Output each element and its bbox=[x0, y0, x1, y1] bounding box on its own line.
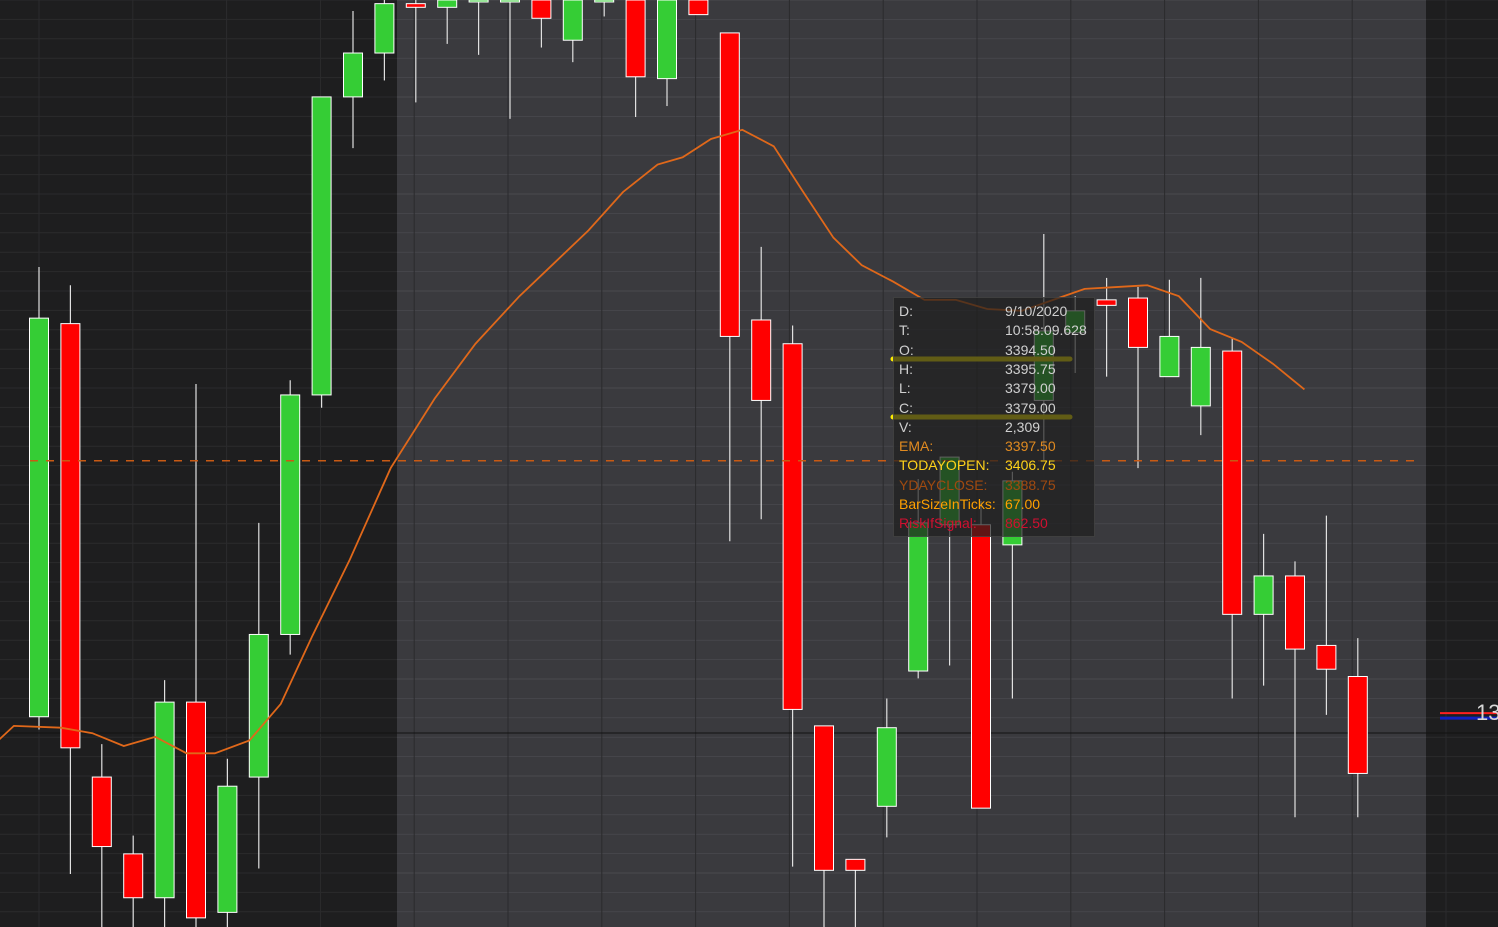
candle-up bbox=[657, 0, 677, 80]
tooltip-row: L: 3379.00 bbox=[894, 379, 1094, 398]
tooltip-value: 3397.50 bbox=[1005, 438, 1056, 455]
tooltip-row: TODAYOPEN: 3406.75 bbox=[894, 456, 1094, 475]
tooltip-value: 9/10/2020 bbox=[1005, 303, 1068, 319]
tooltip-value: 3395.75 bbox=[1005, 360, 1056, 377]
candle-down bbox=[625, 0, 646, 78]
candle-down bbox=[782, 343, 803, 710]
candle-down bbox=[1128, 297, 1148, 348]
candle-down bbox=[1285, 575, 1305, 650]
tooltip-row: O: 3394.50 bbox=[894, 341, 1094, 360]
candle-down bbox=[751, 319, 772, 401]
tooltip-row: RiskIfSignal: 862.50 bbox=[894, 514, 1094, 533]
candle-up bbox=[1159, 335, 1180, 378]
candle-down bbox=[1347, 676, 1368, 774]
candle-down bbox=[60, 323, 81, 749]
tooltip-value: 3379.00 bbox=[1005, 380, 1056, 397]
tooltip-row: V: 2,309 bbox=[894, 418, 1094, 437]
tooltip-label: EMA: bbox=[899, 438, 934, 455]
tooltip-value: 2,309 bbox=[1005, 418, 1041, 435]
tooltip-label: BarSizeInTicks: bbox=[899, 496, 996, 512]
tooltip-label: YDAYCLOSE: bbox=[899, 476, 988, 493]
tooltip-value: 862.50 bbox=[1005, 515, 1048, 532]
candle-up bbox=[217, 785, 238, 913]
candle-up bbox=[908, 522, 929, 672]
candle-down bbox=[123, 853, 144, 899]
candle-up bbox=[562, 0, 583, 41]
candle-up bbox=[500, 0, 520, 3]
tooltip-value: 10:58:09.628 bbox=[1005, 322, 1087, 339]
tooltip-label: O: bbox=[899, 341, 914, 358]
candle-down bbox=[688, 0, 709, 16]
candle-up bbox=[374, 3, 395, 54]
tooltip-value: 67.00 bbox=[1005, 496, 1041, 512]
tooltip-row: EMA: 3397.50 bbox=[894, 437, 1094, 456]
tooltip-label: H: bbox=[899, 360, 913, 377]
candle-up bbox=[1253, 575, 1274, 615]
candle-up bbox=[594, 0, 615, 3]
tooltip-row: H: 3395.75 bbox=[894, 360, 1094, 379]
candle-up bbox=[876, 727, 897, 807]
candle-up bbox=[311, 96, 332, 396]
candle-down bbox=[186, 701, 206, 919]
candle-up bbox=[280, 394, 301, 635]
tooltip-value: 3394.50 bbox=[1005, 341, 1056, 358]
tooltip-label: TODAYOPEN: bbox=[899, 457, 990, 474]
candle-down bbox=[845, 858, 866, 871]
candle-up bbox=[248, 633, 269, 778]
candle-up bbox=[29, 317, 49, 718]
tooltip-value: 3379.00 bbox=[1005, 399, 1056, 416]
tooltip-label: D: bbox=[899, 303, 913, 319]
tooltip-label: T: bbox=[899, 322, 910, 339]
tooltip-label: V: bbox=[899, 418, 912, 435]
tooltip-value: 3406.75 bbox=[1005, 457, 1056, 474]
candle-down bbox=[91, 776, 112, 848]
candle-up bbox=[437, 0, 458, 8]
tooltip-label: L: bbox=[899, 380, 911, 397]
candle-up bbox=[468, 0, 489, 3]
candlestick-chart bbox=[0, 0, 1498, 927]
last-price-tag: 13 bbox=[1476, 700, 1498, 725]
tooltip-row: D: 9/10/2020 bbox=[894, 302, 1094, 321]
bar-data-tooltip: D: 9/10/2020 T: 10:58:09.628 O: 3394.50 H: 3395… bbox=[893, 297, 1095, 537]
candle-down bbox=[719, 32, 740, 337]
tooltip-row: T: 10:58:09.628 bbox=[894, 321, 1094, 340]
candle-down bbox=[531, 0, 552, 19]
candle-down bbox=[1222, 350, 1243, 615]
tooltip-label: RiskIfSignal: bbox=[899, 515, 977, 532]
candle-down bbox=[971, 524, 991, 809]
candle-down bbox=[814, 725, 834, 871]
tooltip-label: C: bbox=[899, 399, 913, 416]
candle-down bbox=[1316, 644, 1337, 670]
tooltip-row: BarSizeInTicks: 67.00 bbox=[894, 495, 1094, 514]
tooltip-row: C: 3379.00 bbox=[894, 399, 1094, 418]
tooltip-row: YDAYCLOSE: 3388.75 bbox=[894, 476, 1094, 495]
candle-down bbox=[1096, 299, 1117, 306]
candle-down bbox=[405, 3, 426, 8]
candle-up bbox=[154, 701, 175, 899]
candle-up bbox=[1190, 346, 1211, 407]
candle-up bbox=[343, 52, 363, 98]
tooltip-value: 3388.75 bbox=[1005, 476, 1056, 493]
